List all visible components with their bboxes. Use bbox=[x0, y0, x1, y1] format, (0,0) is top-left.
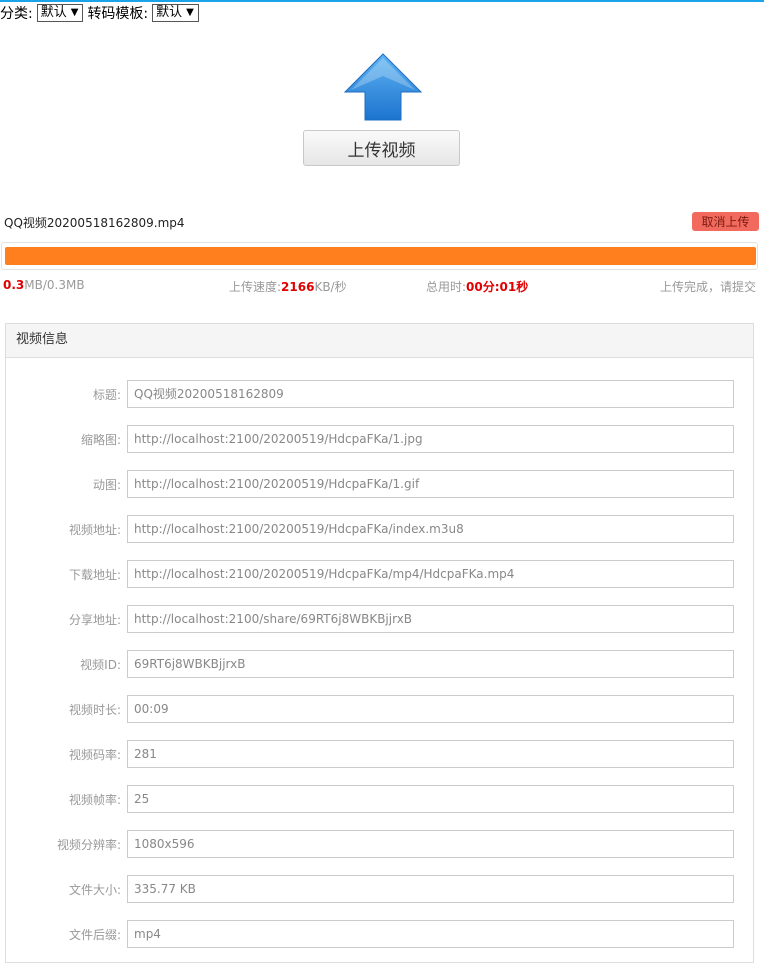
info-field-label: 动图: bbox=[92, 478, 121, 492]
chevron-down-icon: ▼ bbox=[186, 7, 194, 18]
file-name: QQ视频20200518162809.mp4 bbox=[4, 216, 185, 230]
info-field-input[interactable]: http://localhost:2100/share/69RT6j8WBKBj… bbox=[127, 605, 734, 633]
info-field-label: 视频码率: bbox=[68, 748, 121, 762]
info-field-label: 缩略图: bbox=[80, 433, 121, 447]
progress-fill bbox=[5, 247, 756, 265]
upload-time: 总用时:00分:01秒 bbox=[426, 280, 529, 294]
info-field-input[interactable]: 1080x596 bbox=[127, 830, 734, 858]
info-field-row: 下载地址: http://localhost:2100/20200519/Hdcp… bbox=[6, 560, 755, 588]
info-field-row: 动图: http://localhost:2100/20200519/HdcpaF… bbox=[6, 470, 755, 498]
info-field-input[interactable]: QQ视频20200518162809 bbox=[127, 380, 734, 408]
info-field-row: 视频ID: 69RT6j8WBKBjjrxB bbox=[6, 650, 755, 678]
info-field-row: 视频时长: 00:09 bbox=[6, 695, 755, 723]
info-field-label: 标题: bbox=[92, 388, 121, 402]
info-field-row: 标题: QQ视频20200518162809 bbox=[6, 380, 755, 408]
info-field-label: 分享地址: bbox=[68, 613, 121, 627]
chevron-down-icon: ▼ bbox=[70, 7, 79, 18]
category-label: 分类: bbox=[0, 6, 33, 22]
cancel-upload-button[interactable]: 取消上传 bbox=[692, 212, 759, 231]
info-field-label: 视频分辨率: bbox=[56, 838, 121, 852]
video-info-panel: 视频信息 标题: QQ视频20200518162809 缩略图: http://loc… bbox=[5, 323, 754, 963]
info-field-input[interactable]: http://localhost:2100/20200519/HdcpaFKa/… bbox=[127, 470, 734, 498]
category-select[interactable]: 默认 ▼ bbox=[36, 4, 84, 22]
info-field-row: 缩略图: http://localhost:2100/20200519/Hdcpa… bbox=[6, 425, 755, 453]
info-field-label: 视频ID: bbox=[80, 658, 121, 672]
template-label: 转码模板: bbox=[87, 6, 149, 22]
upload-arrow-icon[interactable] bbox=[343, 52, 423, 122]
info-field-row: 文件大小: 335.77 KB bbox=[6, 875, 755, 903]
file-row: QQ视频20200518162809.mp4 取消上传 bbox=[0, 211, 764, 233]
info-field-input[interactable]: http://localhost:2100/20200519/HdcpaFKa/… bbox=[127, 515, 734, 543]
info-field-input[interactable]: 335.77 KB bbox=[127, 875, 734, 903]
info-field-label: 文件大小: bbox=[68, 883, 121, 897]
info-field-row: 视频分辨率: 1080x596 bbox=[6, 830, 755, 858]
info-field-input[interactable]: 69RT6j8WBKBjjrxB bbox=[127, 650, 734, 678]
info-field-input[interactable]: 281 bbox=[127, 740, 734, 768]
upload-speed: 上传速度:2166KB/秒 bbox=[229, 280, 347, 294]
panel-title: 视频信息 bbox=[6, 324, 753, 358]
category-select-value: 默认 bbox=[40, 5, 67, 20]
filter-bar: 分类: 默认 ▼ 转码模板: 默认 ▼ bbox=[0, 3, 199, 23]
info-field-row: 视频地址: http://localhost:2100/20200519/Hdcp… bbox=[6, 515, 755, 543]
info-field-input[interactable]: http://localhost:2100/20200519/HdcpaFKa/… bbox=[127, 560, 734, 588]
progress-bar bbox=[1, 242, 758, 270]
template-select[interactable]: 默认 ▼ bbox=[152, 4, 199, 22]
info-field-label: 视频时长: bbox=[68, 703, 121, 717]
info-field-input[interactable]: 25 bbox=[127, 785, 734, 813]
upload-video-button[interactable]: 上传视频 bbox=[303, 130, 460, 166]
info-field-row: 视频码率: 281 bbox=[6, 740, 755, 768]
info-field-row: 文件后缀: mp4 bbox=[6, 920, 755, 948]
info-field-label: 视频地址: bbox=[68, 523, 121, 537]
info-field-row: 分享地址: http://localhost:2100/share/69RT6j8… bbox=[6, 605, 755, 633]
template-select-value: 默认 bbox=[156, 5, 183, 20]
info-field-input[interactable]: mp4 bbox=[127, 920, 734, 948]
upload-size: 0.3MB/0.3MB bbox=[3, 278, 85, 292]
upload-status: 上传完成，请提交 bbox=[659, 280, 756, 294]
info-field-label: 下载地址: bbox=[68, 568, 121, 582]
info-field-input[interactable]: 00:09 bbox=[127, 695, 734, 723]
info-field-input[interactable]: http://localhost:2100/20200519/HdcpaFKa/… bbox=[127, 425, 734, 453]
info-field-label: 文件后缀: bbox=[68, 928, 121, 942]
info-field-row: 视频帧率: 25 bbox=[6, 785, 755, 813]
info-field-label: 视频帧率: bbox=[68, 793, 121, 807]
top-accent-bar bbox=[0, 0, 764, 2]
